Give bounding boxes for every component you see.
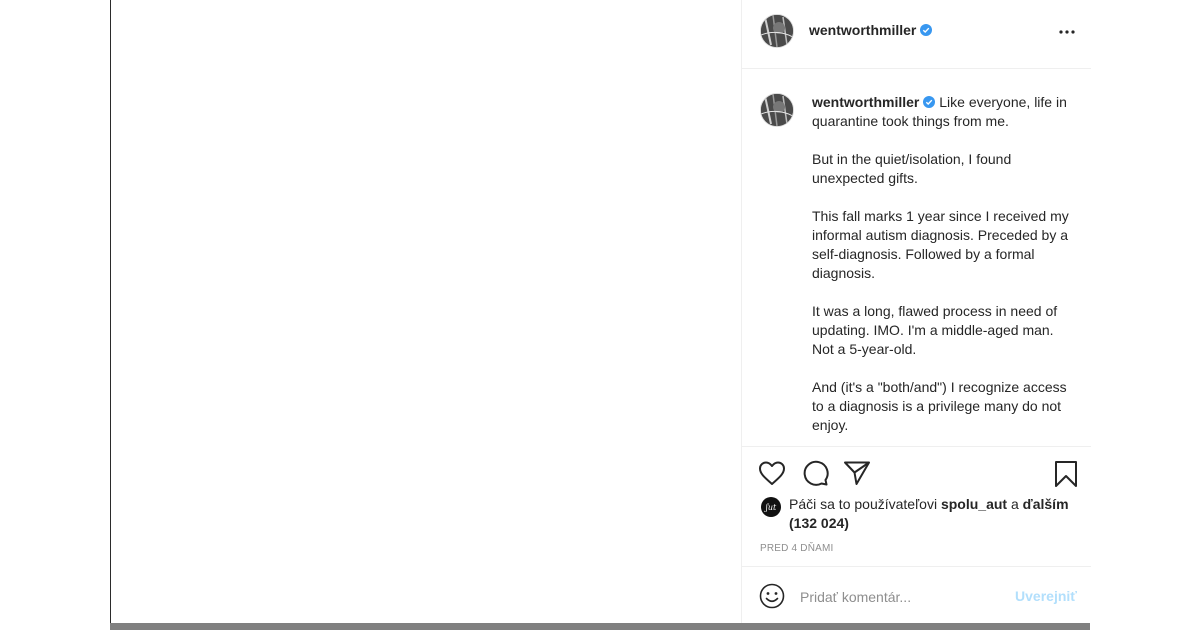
post-header: wentworthmiller	[742, 0, 1091, 69]
bookmark-icon[interactable]	[1054, 460, 1078, 493]
liker-username[interactable]: spolu_aut	[941, 496, 1007, 512]
header-username[interactable]: wentworthmiller	[809, 22, 916, 38]
likes-prefix: Páči sa to používateľovi	[789, 496, 938, 512]
post-media-area	[111, 0, 741, 623]
caption-username[interactable]: wentworthmiller	[812, 94, 919, 110]
liker-avatar[interactable]: ʃut	[761, 497, 781, 517]
header-username-row: wentworthmiller	[809, 22, 933, 40]
caption-author-avatar[interactable]	[760, 93, 794, 127]
paper-plane-icon[interactable]	[843, 460, 871, 491]
smiley-face-icon[interactable]	[759, 583, 785, 614]
verified-badge-icon	[923, 94, 936, 108]
post-side-panel: wentworthmiller wentworthmiller Like eve…	[741, 0, 1091, 623]
caption-section: wentworthmiller Like everyone, life in q…	[742, 69, 1091, 446]
verified-badge-icon	[920, 23, 933, 36]
more-options-icon[interactable]	[1055, 20, 1079, 44]
comment-input[interactable]	[800, 587, 1000, 607]
caption-text-block: wentworthmiller Like everyone, life in q…	[812, 93, 1070, 435]
post-comment-button[interactable]: Uverejniť	[1015, 588, 1077, 604]
post-actions-section: ʃut Páči sa to používateľovi spolu_aut a…	[742, 446, 1091, 625]
likes-summary: Páči sa to používateľovi spolu_aut a ďal…	[789, 495, 1079, 533]
caption-text: Like everyone, life in quarantine took t…	[812, 94, 1069, 433]
heart-icon[interactable]	[758, 460, 786, 491]
post-timestamp[interactable]: PRED 4 DŇAMI	[760, 543, 834, 554]
add-comment-row: Uverejniť	[742, 566, 1091, 626]
likes-and: a	[1010, 496, 1019, 512]
author-avatar[interactable]	[760, 14, 794, 48]
comment-bubble-icon[interactable]	[801, 460, 829, 491]
